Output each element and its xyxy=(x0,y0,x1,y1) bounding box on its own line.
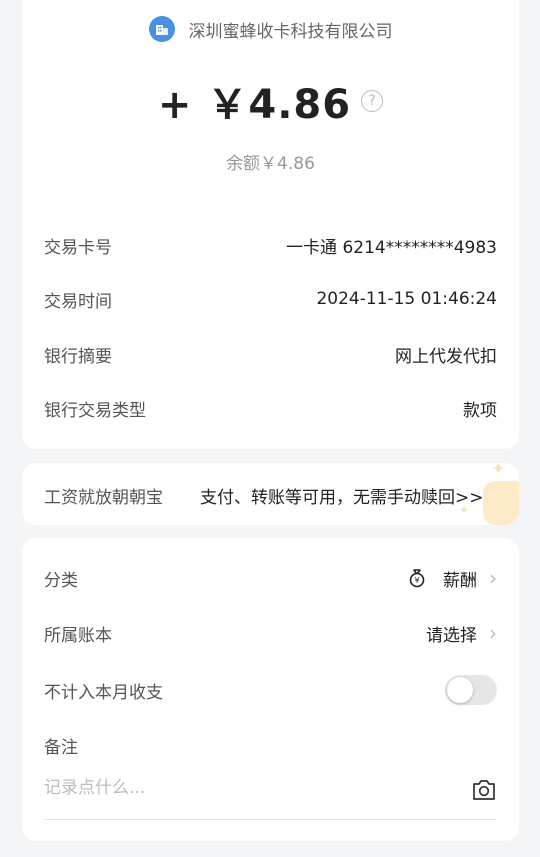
ledger-row[interactable]: 所属账本 请选择 › xyxy=(44,618,497,648)
memo-row: 备注 xyxy=(44,730,497,760)
detail-row-transaction-type: 银行交易类型 款项 xyxy=(44,393,497,423)
detail-row-bank-summary: 银行摘要 网上代发代扣 xyxy=(44,339,497,369)
promo-label: 工资就放朝朝宝 xyxy=(44,488,163,508)
detail-row-time: 交易时间 2024-11-15 01:46:24 xyxy=(44,284,497,314)
chevron-right-icon: › xyxy=(489,621,497,645)
transaction-amount: + ￥4.86 xyxy=(157,82,352,128)
detail-label: 交易卡号 xyxy=(44,237,112,258)
detail-value: 一卡通 6214********4983 xyxy=(286,237,497,258)
detail-row-card-number: 交易卡号 一卡通 6214********4983 xyxy=(44,230,497,260)
category-label: 分类 xyxy=(44,570,78,591)
svg-text:¥: ¥ xyxy=(414,576,419,585)
detail-value: 款项 xyxy=(463,400,497,421)
merchant-header: 深圳蜜蜂收卡科技有限公司 xyxy=(22,16,519,42)
money-bag-icon: ¥ xyxy=(409,569,425,588)
transaction-detail-card: 深圳蜜蜂收卡科技有限公司 + ￥4.86 ? 余额￥4.86 交易卡号 一卡通 … xyxy=(22,0,519,449)
detail-label: 银行交易类型 xyxy=(44,400,146,421)
question-circle-icon[interactable]: ? xyxy=(361,90,384,112)
ledger-value: 请选择 xyxy=(426,625,477,646)
detail-value: 网上代发代扣 xyxy=(395,346,497,367)
merchant-name: 深圳蜜蜂收卡科技有限公司 xyxy=(188,21,393,42)
exclude-toggle[interactable] xyxy=(445,675,497,705)
detail-label: 交易时间 xyxy=(44,291,112,312)
sparkle-icon: ✦ xyxy=(458,503,469,517)
exclude-row: 不计入本月收支 xyxy=(44,675,497,705)
category-row[interactable]: 分类 ¥ 薪酬 › xyxy=(44,563,497,593)
sparkle-icon: ✦ xyxy=(491,463,505,478)
balance-text: 余额￥4.86 xyxy=(226,154,315,174)
ledger-label: 所属账本 xyxy=(44,625,112,646)
transaction-settings-card: 分类 ¥ 薪酬 › 所属账本 请选择 › 不计入本月收支 备注 xyxy=(22,538,519,841)
building-icon xyxy=(148,16,175,42)
memo-input[interactable] xyxy=(44,778,444,798)
exclude-label: 不计入本月收支 xyxy=(44,682,163,703)
detail-value: 2024-11-15 01:46:24 xyxy=(316,289,497,309)
memo-label: 备注 xyxy=(44,737,78,758)
coin-decoration xyxy=(483,481,519,525)
category-value: 薪酬 xyxy=(443,570,477,591)
memo-underline xyxy=(44,819,497,820)
toggle-knob xyxy=(447,677,473,703)
amount-row: + ￥4.86 ? xyxy=(22,72,519,130)
promo-link-text[interactable]: 支付、转账等可用，无需手动赎回>> xyxy=(200,483,484,508)
promo-banner[interactable]: 工资就放朝朝宝 支付、转账等可用，无需手动赎回>> ✦ ✦ xyxy=(22,463,519,525)
camera-icon[interactable] xyxy=(471,778,497,802)
chevron-right-icon: › xyxy=(489,566,497,590)
detail-label: 银行摘要 xyxy=(44,346,112,367)
